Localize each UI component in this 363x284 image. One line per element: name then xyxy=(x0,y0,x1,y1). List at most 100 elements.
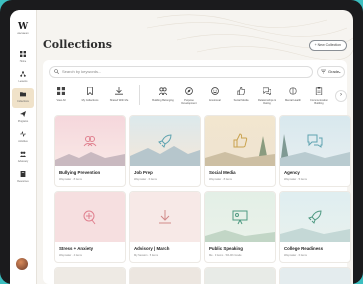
presentation-icon xyxy=(232,210,248,225)
avatar[interactable] xyxy=(16,258,28,270)
sidebar-item-collections[interactable]: Collections xyxy=(12,88,34,108)
filter-label: Social Media xyxy=(233,99,249,102)
folder-icon xyxy=(20,92,26,97)
card-meta: Waymaker · 5 items xyxy=(284,178,307,181)
filter-view-all[interactable]: View All xyxy=(49,83,73,109)
card-title: Job Prep xyxy=(134,170,153,175)
bookmark-icon xyxy=(87,87,93,95)
collection-card-public-speaking[interactable]: Public Speaking Me · 3 items · 5th-9th G… xyxy=(204,191,276,263)
card-title: Public Speaking xyxy=(209,246,243,251)
filter-mental-health[interactable]: Mental Health xyxy=(281,83,305,109)
filter-label: Purpose Development xyxy=(181,99,197,105)
collection-card-partial[interactable] xyxy=(204,267,276,284)
grade-dropdown[interactable]: Grade ⌄ xyxy=(317,66,345,78)
filter-label: Emotional xyxy=(209,99,221,102)
brain-icon xyxy=(83,210,96,225)
app-screen: W WAYMAKER Home Lessons Collections Prog… xyxy=(10,10,353,284)
chat-icon xyxy=(263,87,271,95)
filter-building-belonging[interactable]: Building Belonging xyxy=(151,83,175,109)
sidebar-item-home[interactable]: Home xyxy=(12,48,34,68)
sidebar-item-label: Home xyxy=(19,60,27,63)
collection-card-bullying-prevention[interactable]: Bullying Prevention Waymaker · 8 items xyxy=(54,115,126,187)
clipboard-icon xyxy=(315,87,323,95)
filter-communication-building[interactable]: Communication Building xyxy=(307,83,331,109)
collection-card-partial[interactable] xyxy=(279,267,351,284)
filter-social-media[interactable]: Social Media xyxy=(229,83,253,109)
card-title: Social Media xyxy=(209,170,236,175)
card-title: Bullying Prevention xyxy=(59,170,101,175)
card-meta: Me · 3 items · 5th-9th Grade xyxy=(209,254,242,257)
network-icon xyxy=(20,71,26,77)
sidebar-item-resources[interactable]: Resources xyxy=(12,168,34,188)
topographic-background xyxy=(146,14,353,60)
filter-label: Relationships & Dating xyxy=(257,99,277,105)
activity-icon xyxy=(20,131,26,137)
filter-my-collections[interactable]: My Collections xyxy=(78,83,102,109)
sidebar-item-activities[interactable]: Activities xyxy=(12,128,34,148)
filter-bar: View All My Collections Shared With Me B… xyxy=(45,83,345,111)
collection-card-college-readiness[interactable]: College Readiness Waymaker · 6 items xyxy=(279,191,351,263)
sidebar-item-label: Lessons xyxy=(18,80,28,83)
card-title: Agency xyxy=(284,170,300,175)
filter-emotional[interactable]: Emotional xyxy=(203,83,227,109)
sidebar-item-label: Collections xyxy=(17,100,29,103)
card-title: College Readiness xyxy=(284,246,324,251)
collection-card-stress-anxiety[interactable]: Stress + Anxiety Waymaker · 4 items xyxy=(54,191,126,263)
collection-card-advisory-march[interactable]: Advisory | March My Session · 5 items xyxy=(129,191,201,263)
grid-icon xyxy=(20,51,26,57)
card-meta: Waymaker · 8 items xyxy=(59,178,82,181)
people-icon xyxy=(159,87,167,95)
sidebar-item-label: Resources xyxy=(17,180,29,183)
filter-relationships-dating[interactable]: Relationships & Dating xyxy=(255,83,279,109)
sidebar-item-advocacy[interactable]: Advocacy xyxy=(12,148,34,168)
brain-icon xyxy=(289,87,297,95)
filter-shared-with-me[interactable]: Shared With Me xyxy=(107,83,131,109)
thumbs-up-icon xyxy=(233,133,248,148)
people-icon xyxy=(20,151,26,157)
card-title: Advisory | March xyxy=(134,246,170,251)
compass-icon xyxy=(185,87,193,95)
chat-icon xyxy=(307,134,323,148)
card-meta: My Session · 5 items xyxy=(134,254,159,257)
new-collection-button[interactable]: + New Collection xyxy=(308,40,347,51)
filter-label: Shared With Me xyxy=(109,99,129,102)
sidebar-item-lessons[interactable]: Lessons xyxy=(12,68,34,88)
filter-label: Mental Health xyxy=(284,99,301,102)
filter-label: My Collections xyxy=(81,99,99,102)
sidebar-item-label: Advocacy xyxy=(17,160,29,163)
download-icon xyxy=(159,210,171,224)
filter-icon xyxy=(321,69,326,74)
collection-card-agency[interactable]: Agency Waymaker · 5 items xyxy=(279,115,351,187)
card-meta: Waymaker · 8 items xyxy=(209,178,232,181)
collection-card-partial[interactable] xyxy=(129,267,201,284)
people-icon xyxy=(83,136,97,147)
rocket-icon xyxy=(308,210,322,224)
filter-next-button[interactable]: › xyxy=(335,90,347,102)
sidebar: W WAYMAKER Home Lessons Collections Prog… xyxy=(10,10,37,284)
card-meta: Waymaker · 6 items xyxy=(134,178,157,181)
collection-card-social-media[interactable]: Social Media Waymaker · 8 items xyxy=(204,115,276,187)
search-input[interactable]: Search by keywords... xyxy=(49,66,313,78)
sidebar-item-label: Activities xyxy=(18,140,28,143)
page-title: Collections xyxy=(43,38,112,51)
chevron-down-icon: ⌄ xyxy=(338,69,342,74)
sidebar-item-label: Programs xyxy=(17,120,29,123)
filter-label: Communication Building xyxy=(309,99,329,105)
collection-card-partial[interactable] xyxy=(54,267,126,284)
download-icon xyxy=(115,87,123,95)
device-frame: W WAYMAKER Home Lessons Collections Prog… xyxy=(0,0,363,284)
collection-card-job-prep[interactable]: Job Prep Waymaker · 6 items xyxy=(129,115,201,187)
filter-label: View All xyxy=(56,99,66,102)
filter-divider xyxy=(139,85,140,105)
card-title: Stress + Anxiety xyxy=(59,246,94,251)
card-meta: Waymaker · 4 items xyxy=(59,254,82,257)
logo-subtitle: WAYMAKER xyxy=(17,33,29,35)
smile-icon xyxy=(211,87,219,95)
sidebar-item-programs[interactable]: Programs xyxy=(12,108,34,128)
logo[interactable]: W xyxy=(14,22,32,32)
filter-purpose-development[interactable]: Purpose Development xyxy=(177,83,201,109)
grid-icon xyxy=(57,87,65,95)
main-content: Collections + New Collection Search by k… xyxy=(37,10,353,284)
send-icon xyxy=(20,111,26,117)
search-icon xyxy=(54,69,59,74)
